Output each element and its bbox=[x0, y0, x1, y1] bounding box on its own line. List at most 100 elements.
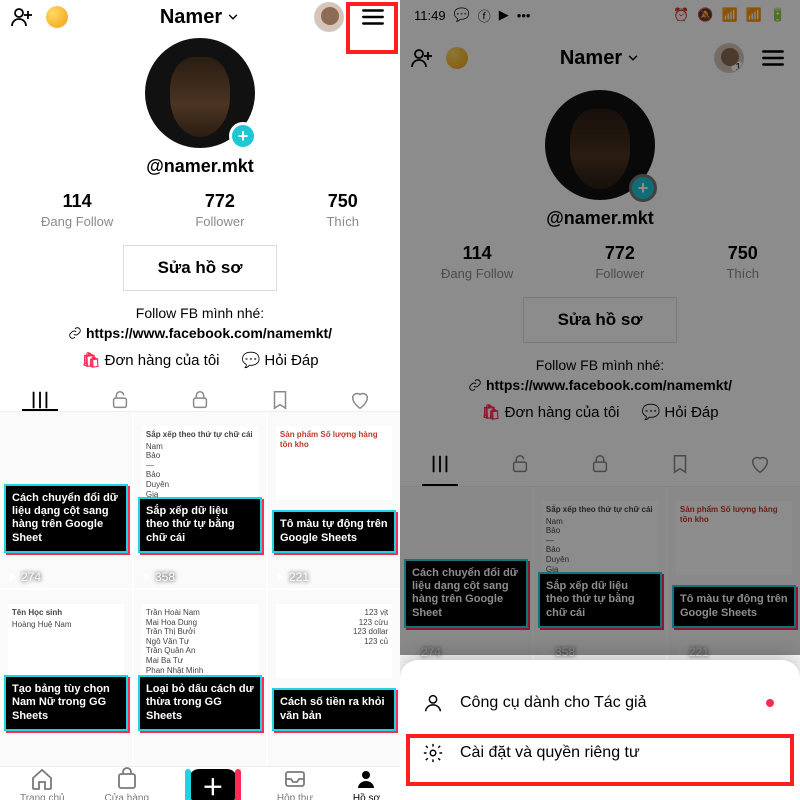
stat-likes[interactable]: 750Thích bbox=[326, 191, 359, 229]
chat-icon: 💬 bbox=[642, 404, 661, 421]
add-avatar-icon[interactable]: + bbox=[629, 174, 657, 202]
tab-videos[interactable] bbox=[400, 441, 480, 486]
menu-settings-privacy[interactable]: Cài đặt và quyền riêng tư bbox=[400, 728, 800, 778]
stat-following[interactable]: 114Đang Follow bbox=[441, 243, 513, 281]
signal-icon: 📶 bbox=[721, 7, 737, 23]
account-switch-avatar[interactable]: 1 bbox=[714, 43, 744, 73]
video-thumb[interactable]: 123 vịt 123 cừu 123 dollar 123 củCách số… bbox=[268, 590, 400, 766]
tab-videos[interactable] bbox=[0, 389, 80, 411]
header: Namer 1 bbox=[400, 30, 800, 86]
view-count: 274 bbox=[6, 570, 41, 584]
video-thumb[interactable]: Trần Hoài Nam Mai Hoa Dung Trần Thị Bưởi… bbox=[134, 590, 266, 766]
profile-link[interactable]: https://www.facebook.com/namemkt/ bbox=[468, 377, 732, 393]
tab-saved[interactable] bbox=[640, 441, 720, 486]
profile-name-dropdown[interactable]: Namer bbox=[160, 6, 240, 29]
tab-liked[interactable] bbox=[720, 441, 800, 486]
stat-likes[interactable]: 750Thích bbox=[726, 243, 759, 281]
profile-shop-row: 🛍 Đơn hàng của tôi 💬 Hỏi Đáp bbox=[81, 351, 318, 369]
notification-dot bbox=[766, 699, 774, 707]
content-tabs bbox=[0, 389, 400, 412]
profile-stats: 114Đang Follow 772Follower 750Thích bbox=[0, 191, 400, 229]
wifi-icon: 📶 bbox=[746, 7, 762, 23]
video-grid: Cách chuyển đổi dữ liệu dạng cột sang hà… bbox=[400, 487, 800, 663]
video-thumb[interactable]: Cách chuyển đổi dữ liệu dạng cột sang hà… bbox=[0, 412, 132, 588]
gear-icon bbox=[422, 742, 444, 764]
menu-bottom-sheet: Công cụ dành cho Tác giả Cài đặt và quyề… bbox=[400, 660, 800, 800]
chevron-down-icon bbox=[226, 10, 240, 24]
chat-icon: 💬 bbox=[242, 352, 261, 369]
video-thumb[interactable]: Cách chuyển đổi dữ liệu dạng cột sang hà… bbox=[400, 487, 532, 663]
tab-private[interactable] bbox=[560, 441, 640, 486]
tab-liked[interactable] bbox=[320, 389, 400, 411]
view-count: 274 bbox=[406, 645, 441, 659]
edit-profile-button[interactable]: Sửa hồ sơ bbox=[123, 245, 278, 291]
profile-section: + @namer.mkt 114Đang Follow 772Follower … bbox=[400, 86, 800, 431]
my-orders-link[interactable]: 🛍 Đơn hàng của tôi bbox=[481, 403, 619, 421]
faq-link[interactable]: 💬 Hỏi Đáp bbox=[242, 351, 319, 369]
video-grid: Cách chuyển đổi dữ liệu dạng cột sang hà… bbox=[0, 412, 400, 766]
battery-icon: 🔋 bbox=[770, 7, 786, 23]
link-icon bbox=[468, 378, 482, 392]
profile-section: + @namer.mkt 114Đang Follow 772Follower … bbox=[0, 34, 400, 379]
phone-right-menu: 11:49 💬 ⓕ ▶ ••• ⏰ 🔕 📶 📶 🔋 bbox=[400, 0, 800, 800]
nav-create[interactable]: ＋ bbox=[189, 769, 237, 800]
view-count: 221 bbox=[674, 645, 709, 659]
profile-shop-row: 🛍 Đơn hàng của tôi 💬 Hỏi Đáp bbox=[481, 403, 718, 421]
nav-shop[interactable]: Cửa hàng bbox=[105, 767, 150, 800]
menu-creator-tools[interactable]: Công cụ dành cho Tác giả bbox=[400, 678, 800, 728]
tab-saved[interactable] bbox=[240, 389, 320, 411]
nav-profile[interactable]: Hồ sơ bbox=[353, 767, 380, 800]
bag-icon: 🛍 bbox=[481, 404, 500, 421]
profile-name: Namer bbox=[160, 6, 222, 29]
add-avatar-icon[interactable]: + bbox=[229, 122, 257, 150]
mute-icon: 🔕 bbox=[697, 7, 713, 23]
stat-followers[interactable]: 772Follower bbox=[595, 243, 644, 281]
profile-name: Namer bbox=[560, 47, 622, 70]
add-friend-icon[interactable] bbox=[10, 5, 34, 29]
add-friend-icon[interactable] bbox=[410, 46, 434, 70]
coin-icon[interactable] bbox=[446, 47, 468, 69]
chevron-down-icon bbox=[626, 51, 640, 65]
stat-following[interactable]: 114Đang Follow bbox=[41, 191, 113, 229]
profile-link[interactable]: https://www.facebook.com/namemkt/ bbox=[68, 325, 332, 341]
hamburger-menu-button[interactable] bbox=[356, 0, 390, 34]
messenger-icon: 💬 bbox=[454, 7, 470, 23]
account-switch-avatar[interactable] bbox=[314, 2, 344, 32]
status-bar: 11:49 💬 ⓕ ▶ ••• ⏰ 🔕 📶 📶 🔋 bbox=[400, 0, 800, 30]
nav-inbox[interactable]: Hộp thư bbox=[277, 767, 313, 800]
status-time: 11:49 bbox=[414, 8, 446, 23]
profile-name-dropdown[interactable]: Namer bbox=[560, 47, 640, 70]
my-orders-link[interactable]: 🛍 Đơn hàng của tôi bbox=[81, 351, 219, 369]
person-icon bbox=[422, 692, 444, 714]
faq-link[interactable]: 💬 Hỏi Đáp bbox=[642, 403, 719, 421]
video-thumb[interactable]: Sản phẩm Số lượng hàng tồn khoTô màu tự … bbox=[668, 487, 800, 663]
profile-bio: Follow FB mình nhé: bbox=[536, 357, 664, 373]
view-count: 358 bbox=[540, 645, 575, 659]
youtube-icon: ▶ bbox=[499, 7, 509, 23]
video-thumb[interactable]: Sắp xếp theo thứ tự chữ cáiNam Bảo — Bảo… bbox=[134, 412, 266, 588]
stat-followers[interactable]: 772Follower bbox=[195, 191, 244, 229]
content-tabs bbox=[400, 441, 800, 487]
profile-avatar[interactable]: + bbox=[545, 90, 655, 200]
tab-locked[interactable] bbox=[80, 389, 160, 411]
phone-left-profile: Namer + @namer.mkt 114Đang Follow 772Fol… bbox=[0, 0, 400, 800]
bottom-nav: Trang chủ Cửa hàng ＋ Hộp thư Hồ sơ bbox=[0, 766, 400, 800]
tab-private[interactable] bbox=[160, 389, 240, 411]
hamburger-menu-button[interactable] bbox=[756, 41, 790, 75]
profile-stats: 114Đang Follow 772Follower 750Thích bbox=[400, 243, 800, 281]
facebook-icon: ⓕ bbox=[478, 6, 491, 25]
bag-icon: 🛍 bbox=[81, 352, 100, 369]
edit-profile-button[interactable]: Sửa hồ sơ bbox=[523, 297, 678, 343]
nav-home[interactable]: Trang chủ bbox=[20, 767, 65, 800]
profile-bio: Follow FB mình nhé: bbox=[136, 305, 264, 321]
profile-handle: @namer.mkt bbox=[546, 208, 654, 229]
video-thumb[interactable]: Sắp xếp theo thứ tự chữ cáiNam Bảo — Bảo… bbox=[534, 487, 666, 663]
coin-icon[interactable] bbox=[46, 6, 68, 28]
profile-handle: @namer.mkt bbox=[146, 156, 254, 177]
video-thumb[interactable]: Sản phẩm Số lượng hàng tồn khoTô màu tự … bbox=[268, 412, 400, 588]
more-icon: ••• bbox=[517, 8, 531, 23]
video-thumb[interactable]: Tên Học sinhHoàng Huệ NamTạo bảng tùy ch… bbox=[0, 590, 132, 766]
view-count: 221 bbox=[274, 570, 309, 584]
tab-locked[interactable] bbox=[480, 441, 560, 486]
profile-avatar[interactable]: + bbox=[145, 38, 255, 148]
